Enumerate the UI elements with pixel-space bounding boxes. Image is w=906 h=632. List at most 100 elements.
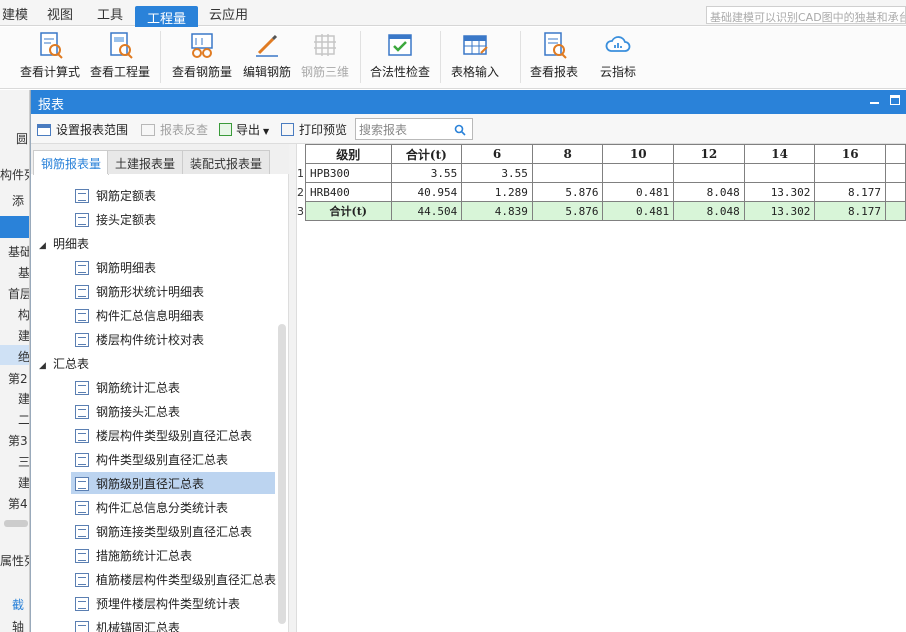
tree-item-mech-anchor[interactable]: 机械锚固汇总表 — [75, 616, 180, 632]
column-header[interactable]: 合计(t) — [390, 144, 463, 164]
table-cell[interactable] — [814, 163, 887, 183]
pane-text[interactable]: 建 — [18, 474, 29, 491]
tree-item-rebar-quota[interactable]: 钢筋定额表 — [75, 184, 156, 206]
pane-splitter[interactable] — [289, 144, 297, 632]
pane-text[interactable]: 添 — [12, 192, 24, 209]
tree-scrollbar[interactable] — [278, 324, 286, 624]
table-cell[interactable]: 1.289 — [461, 182, 533, 202]
table-cell[interactable]: 合计(t) — [305, 201, 392, 221]
menu-item-cloud[interactable]: 云应用 — [209, 4, 248, 23]
collapse-caret-icon[interactable]: ◢ — [39, 361, 49, 371]
validity-check-button[interactable]: 合法性检查 — [368, 31, 432, 87]
tree-item-planted-rebar[interactable]: 植筋楼层构件类型级别直径汇总表 — [75, 568, 276, 590]
pane-text[interactable]: 构 — [18, 306, 29, 323]
table-cell[interactable] — [602, 163, 675, 183]
column-header[interactable]: 12 — [673, 144, 745, 164]
tree-item-floor-check[interactable]: 楼层构件统计校对表 — [75, 328, 204, 350]
tree-item-embedded-part[interactable]: 预埋件楼层构件类型统计表 — [75, 592, 240, 614]
report-reverse-check-button[interactable]: 报表反查 — [141, 121, 208, 138]
table-cell[interactable]: 0.481 — [602, 182, 675, 202]
tree-item-grade-diameter[interactable]: 钢筋级别直径汇总表 — [71, 472, 275, 494]
tab-civil-report[interactable]: 土建报表量 — [107, 150, 184, 174]
tree-item-type-grade[interactable]: 构件类型级别直径汇总表 — [75, 448, 228, 470]
table-cell[interactable]: 13.302 — [743, 201, 816, 221]
column-header[interactable]: 16 — [814, 144, 887, 164]
pane-text[interactable]: 基 — [18, 264, 29, 281]
maximize-icon[interactable] — [890, 95, 900, 105]
view-rebar-button[interactable]: 查看钢筋量 — [170, 31, 234, 87]
menu-item-modeling[interactable]: 建模 — [2, 4, 28, 23]
tab-prefab-report[interactable]: 装配式报表量 — [182, 150, 271, 174]
pane-text[interactable]: 轴 — [12, 618, 24, 632]
view-report-button[interactable]: 查看报表 — [527, 31, 581, 87]
tree-item-measure-rebar[interactable]: 措施筋统计汇总表 — [75, 544, 192, 566]
print-preview-button[interactable]: 打印预览 — [281, 121, 347, 138]
tree-item-rebar-stat[interactable]: 钢筋统计汇总表 — [75, 376, 180, 398]
table-cell[interactable]: 8.048 — [673, 182, 745, 202]
pane-text[interactable]: 二 — [18, 411, 29, 428]
tab-rebar-report[interactable]: 钢筋报表量 — [33, 150, 110, 175]
pane-text[interactable]: 第2 — [8, 370, 28, 387]
rebar-3d-button[interactable]: 钢筋三维 — [298, 31, 352, 87]
tree-group-detail[interactable]: ◢ 明细表 — [39, 232, 89, 254]
pane-text[interactable]: 三 — [18, 453, 29, 470]
table-cell[interactable]: 4.839 — [461, 201, 533, 221]
table-row[interactable]: 2 HRB400 40.954 1.289 5.876 0.481 8.048 … — [297, 182, 906, 202]
tree-group-summary[interactable]: ◢ 汇总表 — [39, 352, 89, 374]
tree-item-connection-type[interactable]: 钢筋连接类型级别直径汇总表 — [75, 520, 252, 542]
table-cell[interactable]: HPB300 — [305, 163, 392, 183]
pane-text[interactable]: 建 — [18, 327, 29, 344]
column-header[interactable]: 级别 — [305, 144, 392, 164]
pane-text[interactable]: 首层 — [8, 285, 29, 302]
table-total-row[interactable]: 3 合计(t) 44.504 4.839 5.876 0.481 8.048 1… — [297, 201, 906, 221]
tree-item-joint-quota[interactable]: 接头定额表 — [75, 208, 156, 230]
set-report-range-button[interactable]: 设置报表范围 — [37, 121, 128, 138]
tree-item-component-summary[interactable]: 构件汇总信息明细表 — [75, 304, 204, 326]
table-cell[interactable]: HRB400 — [305, 182, 392, 202]
tree-item-floor-type-grade[interactable]: 楼层构件类型级别直径汇总表 — [75, 424, 252, 446]
table-cell[interactable]: 3.55 — [461, 163, 533, 183]
pane-text[interactable]: 第4 — [8, 495, 28, 512]
table-cell[interactable]: 5.876 — [531, 182, 604, 202]
help-search-input[interactable]: 基础建模可以识别CAD图中的独基和承台 — [706, 6, 906, 24]
minimize-icon[interactable] — [870, 102, 879, 104]
table-cell[interactable]: 40.954 — [390, 182, 463, 202]
table-cell[interactable] — [743, 163, 816, 183]
table-cell[interactable]: 5.876 — [531, 201, 604, 221]
table-cell[interactable]: 13.302 — [743, 182, 816, 202]
tree-item-component-class[interactable]: 构件汇总信息分类统计表 — [75, 496, 228, 518]
pane-text[interactable]: 第3 — [8, 432, 28, 449]
view-formula-button[interactable]: 查看计算式 — [18, 31, 82, 87]
table-cell[interactable] — [531, 163, 604, 183]
table-cell[interactable]: 44.504 — [390, 201, 463, 221]
table-cell[interactable]: 8.177 — [814, 201, 887, 221]
column-header[interactable]: 10 — [602, 144, 675, 164]
export-dropdown-button[interactable]: 导出 ▼ — [219, 121, 269, 138]
report-search-input[interactable]: 搜索报表 — [355, 118, 473, 140]
table-cell[interactable]: 3.55 — [390, 163, 463, 183]
view-quantity-button[interactable]: 查看工程量 — [88, 31, 152, 87]
tree-item-rebar-detail[interactable]: 钢筋明细表 — [75, 256, 156, 278]
pane-text[interactable]: 截 — [12, 596, 24, 613]
edit-rebar-button[interactable]: 编辑钢筋 — [240, 31, 294, 87]
menu-item-view[interactable]: 视图 — [47, 4, 73, 23]
table-cell[interactable] — [673, 163, 745, 183]
column-header[interactable]: 14 — [743, 144, 816, 164]
pane-scrollbar[interactable] — [4, 520, 28, 527]
pane-text[interactable]: 绝 — [18, 348, 29, 365]
cloud-index-button[interactable]: 云指标 — [594, 31, 642, 87]
search-icon[interactable] — [454, 124, 466, 136]
table-cell[interactable]: 8.177 — [814, 182, 887, 202]
tree-item-joint-summary[interactable]: 钢筋接头汇总表 — [75, 400, 180, 422]
collapse-caret-icon[interactable]: ◢ — [39, 241, 49, 251]
table-input-button[interactable]: 表格输入 — [448, 31, 502, 87]
table-row[interactable]: 1 HPB300 3.55 3.55 — [297, 163, 906, 183]
column-header[interactable]: 8 — [531, 144, 604, 164]
pane-text[interactable]: 基础 — [8, 243, 29, 260]
tree-item-rebar-shape[interactable]: 钢筋形状统计明细表 — [75, 280, 204, 302]
menu-item-tools[interactable]: 工具 — [97, 4, 123, 23]
menu-item-quantity[interactable]: 工程量 — [135, 6, 199, 27]
table-cell[interactable]: 8.048 — [673, 201, 745, 221]
pane-text[interactable]: 建 — [18, 390, 29, 407]
column-header[interactable]: 6 — [461, 144, 533, 164]
